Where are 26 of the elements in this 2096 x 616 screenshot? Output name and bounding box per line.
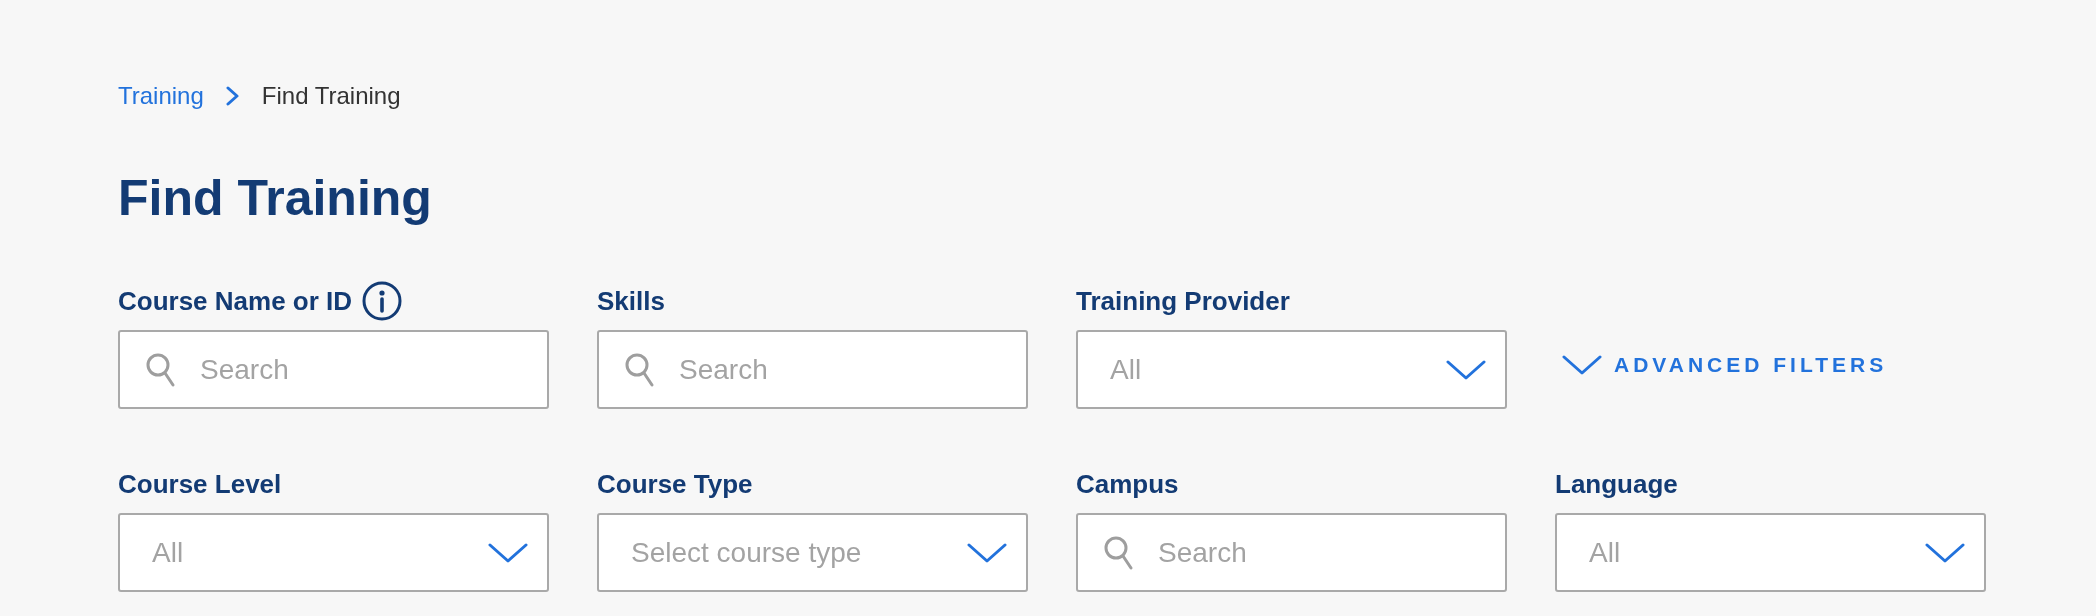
chevron-down-icon [967, 542, 1007, 563]
dropdown[interactable]: All [118, 513, 549, 592]
dropdown[interactable]: Select course type [597, 513, 1028, 592]
field-label: Course Level [118, 468, 282, 500]
chevron-down-icon [488, 542, 528, 563]
field-label: Course Name or ID [118, 285, 353, 317]
search-icon [146, 353, 175, 387]
search-icon [625, 353, 654, 387]
breadcrumb-current: Find Training [261, 81, 401, 111]
search-field[interactable]: Search [597, 330, 1028, 409]
field-label: Language [1555, 468, 1678, 500]
search-field[interactable]: Search [118, 330, 549, 409]
field-label: Course Type [597, 468, 753, 500]
search-field[interactable]: Search [1076, 513, 1507, 592]
dropdown[interactable]: All [1076, 330, 1507, 409]
advanced-filters-button[interactable]: ADVANCED FILTERS [1562, 353, 1888, 377]
dropdown[interactable]: All [1555, 513, 1986, 592]
field-label: Campus [1076, 468, 1179, 500]
chevron-right-icon [225, 86, 240, 106]
chevron-down-icon [1925, 542, 1965, 563]
breadcrumb-link[interactable]: Training [118, 80, 204, 112]
field-label: Training Provider [1076, 285, 1290, 317]
field-label: Skills [597, 285, 665, 317]
page-title: Find Training [118, 169, 432, 228]
search-icon [1104, 536, 1133, 570]
chevron-down-icon [1446, 359, 1486, 380]
